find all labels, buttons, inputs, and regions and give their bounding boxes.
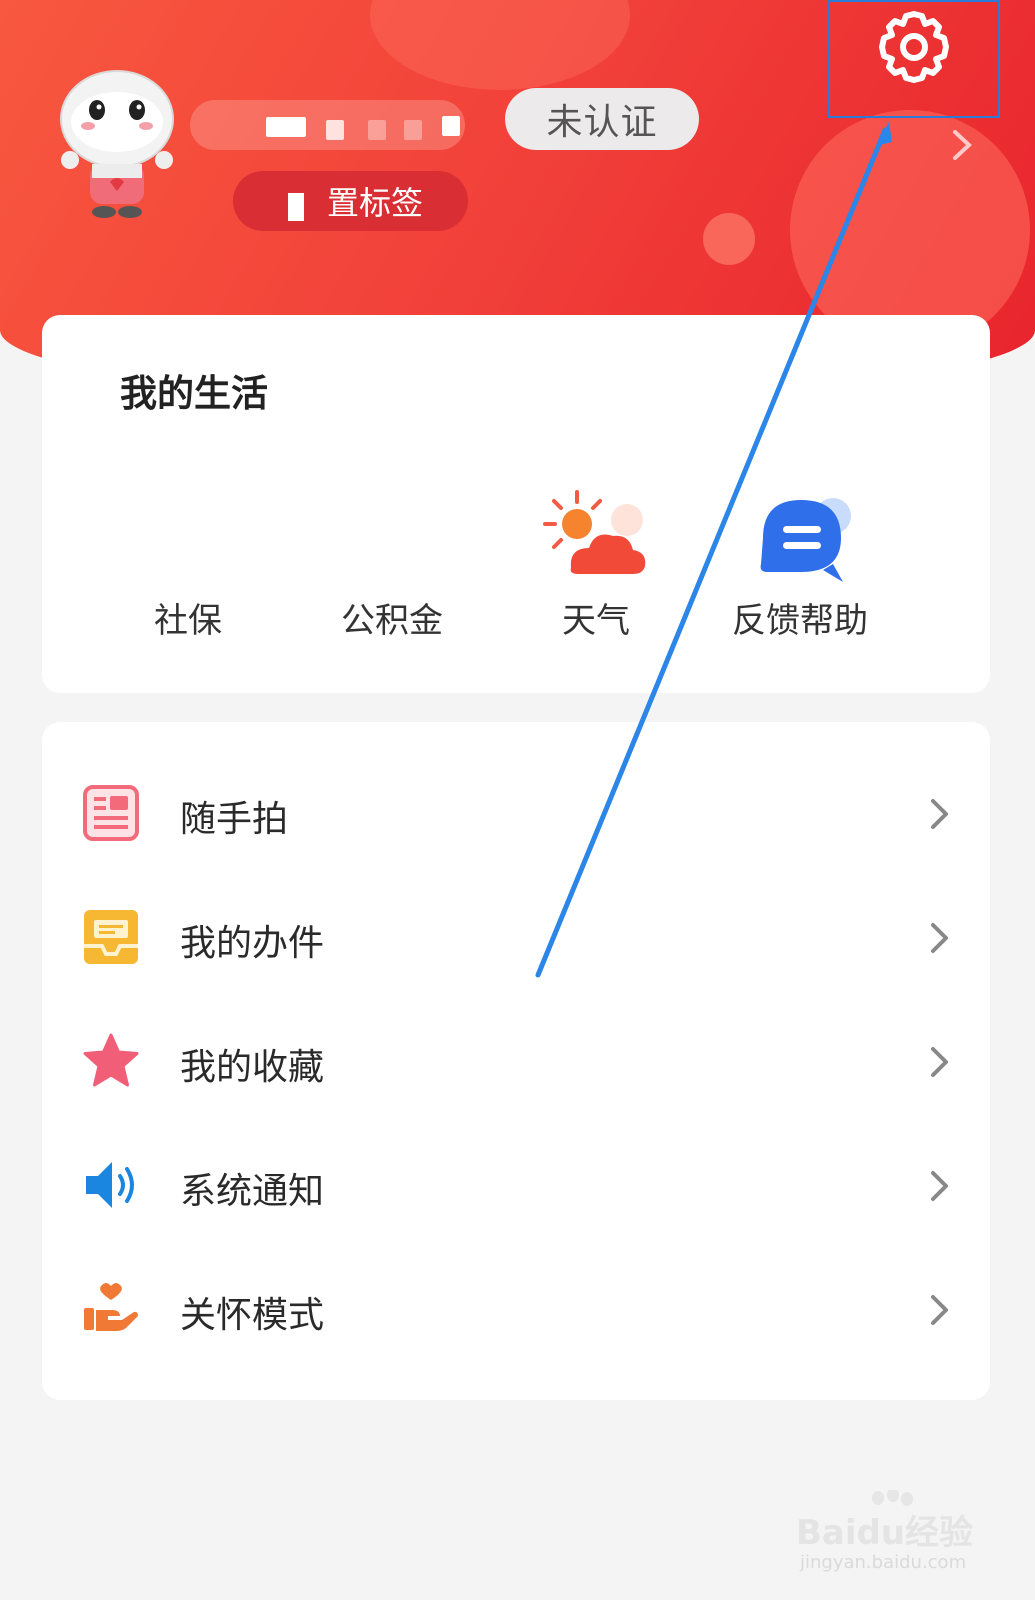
section-title: 我的生活 (120, 372, 268, 415)
grid-item-label: 公积金 (341, 601, 443, 641)
menu-list-card: 随手拍 我的办件 我的收藏 系统通知 关怀模式 (42, 722, 990, 1400)
list-item-care-mode[interactable]: 关怀模式 (42, 1248, 990, 1372)
blur-pixel (442, 116, 460, 136)
list-item-snapshot[interactable]: 随手拍 (42, 752, 990, 876)
list-item-favorites[interactable]: 我的收藏 (42, 1000, 990, 1124)
grid-item-label: 天气 (562, 601, 630, 641)
list-item-label: 系统通知 (180, 1171, 325, 1212)
verification-status-badge[interactable]: 未认证 (505, 88, 699, 150)
user-avatar[interactable] (52, 64, 182, 224)
list-item-notifications[interactable]: 系统通知 (42, 1124, 990, 1248)
chevron-right-icon (931, 1295, 948, 1325)
list-item-label: 我的办件 (180, 923, 325, 964)
grid-item-feedback[interactable]: 反馈帮助 (700, 490, 900, 641)
list-item-label: 我的收藏 (180, 1047, 325, 1088)
list-item-label: 关怀模式 (180, 1295, 325, 1336)
set-tag-label: 置标签 (327, 184, 424, 222)
chevron-right-icon (931, 799, 948, 829)
blur-pixel (368, 120, 386, 140)
care-hand-heart-icon (84, 1283, 138, 1331)
grid-item-social-security[interactable]: 社保 (88, 490, 288, 641)
inbox-tray-icon (84, 910, 138, 964)
gear-icon (879, 11, 949, 83)
profile-chevron-right-icon[interactable] (950, 128, 974, 162)
watermark-brand: Baidu经验 (796, 1513, 974, 1553)
grid-item-label: 反馈帮助 (732, 601, 868, 641)
watermark-url: jingyan.baidu.com (800, 1552, 967, 1573)
list-item-my-cases[interactable]: 我的办件 (42, 876, 990, 1000)
chevron-right-icon (931, 923, 948, 953)
feedback-chat-icon (760, 498, 851, 582)
star-icon (83, 1033, 139, 1087)
grid-item-housing-fund[interactable]: 公积金 (292, 490, 492, 641)
my-life-card: 我的生活 社保 公积金 天气 反馈帮助 (42, 315, 990, 693)
speaker-icon (86, 1162, 134, 1208)
mascot-avatar-icon (60, 70, 174, 218)
blur-pixel (288, 193, 304, 221)
blur-pixel (404, 120, 422, 140)
weather-icon (543, 490, 646, 574)
decor-circle (790, 110, 1030, 350)
chevron-right-icon (931, 1047, 948, 1077)
list-item-label: 随手拍 (180, 799, 289, 840)
housing-fund-icon (337, 490, 447, 590)
chevron-right-icon (931, 1171, 948, 1201)
set-tag-button[interactable]: 置标签 (233, 171, 468, 231)
decor-circle (370, 0, 630, 90)
decor-circle (703, 213, 755, 265)
grid-item-label: 社保 (154, 601, 222, 641)
blur-pixel (326, 120, 344, 140)
snapshot-report-icon (83, 785, 139, 841)
social-security-icon (133, 490, 243, 590)
grid-item-weather[interactable]: 天气 (496, 490, 696, 641)
settings-button[interactable] (828, 0, 1000, 118)
blur-pixel (266, 117, 306, 137)
